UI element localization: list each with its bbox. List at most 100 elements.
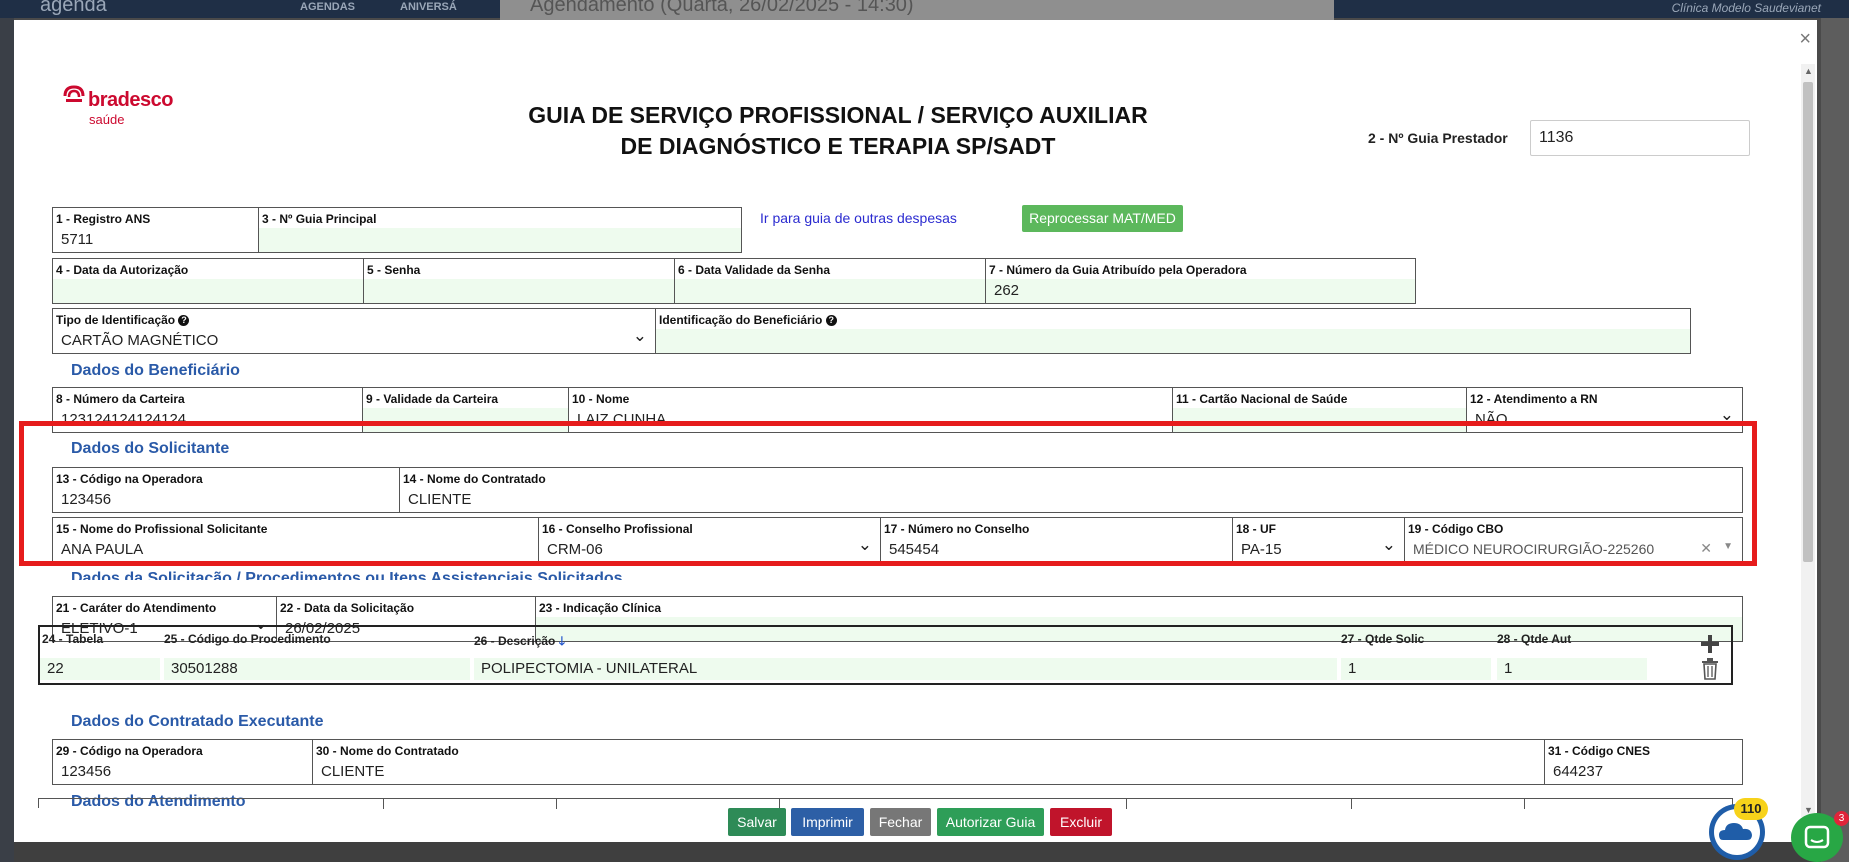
tabela-label: 24 - Tabela: [42, 632, 104, 646]
exec-nome-contratado-field: 30 - Nome do Contratado CLIENTE: [312, 739, 1545, 785]
tipo-identificacao-label: Tipo de Identificação: [56, 313, 176, 327]
logo-sub: saúde: [89, 112, 125, 127]
guia-principal-label: 3 - Nº Guia Principal: [262, 212, 377, 226]
app-right-sidebar: [1821, 18, 1849, 862]
plus-icon[interactable]: [1700, 634, 1720, 654]
tipo-identificacao-label-wrap: Tipo de Identificação ?: [56, 313, 190, 327]
codigo-cnes-field: 31 - Código CNES 644237: [1544, 739, 1743, 785]
tipo-identificacao-field: Tipo de Identificação ? CARTÃO MAGNÉTICO: [52, 308, 656, 354]
exec-codigo-operadora-label: 29 - Código na Operadora: [56, 744, 203, 758]
data-autorizacao-label: 4 - Data da Autorização: [56, 263, 189, 277]
section-solicitacao: Dados da Solicitação / Procedimentos ou …: [71, 570, 623, 580]
close-button[interactable]: Fechar: [870, 808, 931, 836]
guia-principal-field: 3 - Nº Guia Principal: [258, 207, 742, 253]
help-icon[interactable]: ?: [178, 315, 190, 326]
trash-icon[interactable]: [1701, 658, 1719, 680]
numero-carteira-label: 8 - Número da Carteira: [56, 392, 185, 406]
notification-badge: 110: [1734, 798, 1768, 820]
app-brand: agenda: [40, 0, 107, 16]
form-header: bradesco saúde GUIA DE SERVIÇO PROFISSIO…: [38, 60, 1776, 160]
codigo-cnes-input[interactable]: 644237: [1545, 760, 1742, 784]
column-divider: [1524, 799, 1525, 809]
delete-button[interactable]: Excluir: [1050, 808, 1112, 836]
chat-badge: 3: [1834, 811, 1849, 826]
title-line-2: DE DIAGNÓSTICO E TERAPIA SP/SADT: [620, 133, 1056, 159]
atendimento-rn-label: 12 - Atendimento a RN: [1470, 392, 1598, 406]
print-button[interactable]: Imprimir: [791, 808, 864, 836]
data-autorizacao-field: 4 - Data da Autorização: [52, 258, 364, 304]
descricao-label: 26 - Descrição: [474, 634, 556, 648]
exec-codigo-operadora-field: 29 - Código na Operadora 123456: [52, 739, 313, 785]
qtde-solic-label: 27 - Qtde Solic: [1341, 632, 1425, 646]
registro-ans-input[interactable]: 5711: [53, 228, 258, 252]
vertical-scrollbar[interactable]: ▲ ▼: [1801, 64, 1815, 817]
identificacao-beneficiario-label-wrap: Identificação do Beneficiário ?: [659, 313, 837, 327]
guia-prestador-input[interactable]: 1136: [1530, 120, 1750, 156]
registro-ans-field: 1 - Registro ANS 5711: [52, 207, 259, 253]
sort-down-icon[interactable]: 🡓: [559, 634, 565, 648]
data-solicitacao-label: 22 - Data da Solicitação: [280, 601, 415, 615]
nav-agendas[interactable]: AGENDAS: [300, 1, 355, 13]
section-executante: Dados do Contratado Executante: [71, 713, 324, 730]
close-icon[interactable]: ×: [1799, 28, 1811, 51]
reprocessar-button[interactable]: Reprocessar MAT/MED: [1022, 205, 1183, 232]
highlight-frame: [19, 421, 1757, 566]
senha-field: 5 - Senha: [363, 258, 675, 304]
outras-despesas-link[interactable]: Ir para guia de outras despesas: [760, 210, 957, 226]
bradesco-logo: bradesco saúde: [62, 84, 182, 128]
identificacao-beneficiario-field: Identificação do Beneficiário ?: [655, 308, 1691, 354]
codigo-procedimento-input[interactable]: 30501288: [164, 658, 470, 680]
guia-principal-input[interactable]: [259, 228, 741, 252]
data-validade-senha-field: 6 - Data Validade da Senha: [674, 258, 986, 304]
senha-label: 5 - Senha: [367, 263, 421, 277]
app-bottom-area: [14, 842, 1821, 862]
exec-nome-contratado-input[interactable]: CLIENTE: [313, 760, 1544, 784]
logo-word: bradesco: [88, 89, 173, 111]
procedimento-row: 24 - Tabela 25 - Código do Procedimento …: [38, 625, 1733, 685]
column-divider: [1351, 799, 1352, 809]
numero-guia-operadora-input[interactable]: 262: [986, 279, 1415, 303]
title-line-1: GUIA DE SERVIÇO PROFISSIONAL / SERVIÇO A…: [528, 102, 1148, 128]
section-beneficiario: Dados do Beneficiário: [71, 362, 240, 379]
qtde-solic-input[interactable]: 1: [1341, 658, 1491, 680]
save-button[interactable]: Salvar: [728, 808, 786, 836]
qtde-aut-input[interactable]: 1: [1497, 658, 1647, 680]
numero-guia-operadora-field: 7 - Número da Guia Atribuído pela Operad…: [985, 258, 1416, 304]
data-autorizacao-input[interactable]: [53, 279, 363, 303]
codigo-procedimento-label: 25 - Código do Procedimento: [164, 632, 331, 646]
modal-header-ghost: Agendamento (Quarta, 26/02/2025 - 14:30): [500, 0, 1334, 20]
carater-atendimento-label: 21 - Caráter do Atendimento: [56, 601, 217, 615]
validade-carteira-label: 9 - Validade da Carteira: [366, 392, 499, 406]
senha-input[interactable]: [364, 279, 674, 303]
exec-codigo-operadora-input[interactable]: 123456: [53, 760, 312, 784]
atendimento-row-partial: [38, 798, 1733, 809]
bradesco-tree-icon: [63, 85, 85, 102]
column-divider: [556, 799, 557, 809]
scroll-thumb[interactable]: [1803, 82, 1813, 562]
clinic-name: Clínica Modelo Saudevianet: [1671, 1, 1821, 15]
descricao-input[interactable]: POLIPECTOMIA - UNILATERAL: [474, 658, 1337, 680]
tabela-input[interactable]: 22: [40, 658, 160, 680]
registro-ans-label: 1 - Registro ANS: [56, 212, 151, 226]
guia-prestador-label: 2 - Nº Guia Prestador: [1368, 130, 1508, 146]
qtde-aut-label: 28 - Qtde Aut: [1497, 632, 1572, 646]
identificacao-beneficiario-input[interactable]: [656, 329, 1690, 353]
page-title: GUIA DE SERVIÇO PROFISSIONAL / SERVIÇO A…: [508, 100, 1168, 162]
help-icon[interactable]: ?: [825, 315, 837, 326]
numero-guia-operadora-label: 7 - Número da Guia Atribuído pela Operad…: [989, 263, 1247, 277]
codigo-cnes-label: 31 - Código CNES: [1548, 744, 1651, 758]
descricao-label-wrap: 26 - Descrição 🡓: [474, 632, 565, 653]
nome-label: 10 - Nome: [572, 392, 630, 406]
indicacao-clinica-label: 23 - Indicação Clínica: [539, 601, 662, 615]
identificacao-beneficiario-label: Identificação do Beneficiário: [659, 313, 823, 327]
data-validade-senha-input[interactable]: [675, 279, 985, 303]
data-validade-senha-label: 6 - Data Validade da Senha: [678, 263, 831, 277]
tipo-identificacao-select[interactable]: CARTÃO MAGNÉTICO: [53, 329, 655, 353]
column-divider: [1126, 799, 1127, 809]
nav-aniversarios[interactable]: ANIVERSÁ: [400, 1, 457, 13]
scroll-up-icon[interactable]: ▲: [1804, 66, 1813, 76]
app-left-sidebar: [0, 18, 14, 862]
cartao-nacional-label: 11 - Cartão Nacional de Saúde: [1176, 392, 1348, 406]
exec-nome-contratado-label: 30 - Nome do Contratado: [316, 744, 459, 758]
authorize-button[interactable]: Autorizar Guia: [937, 808, 1044, 836]
